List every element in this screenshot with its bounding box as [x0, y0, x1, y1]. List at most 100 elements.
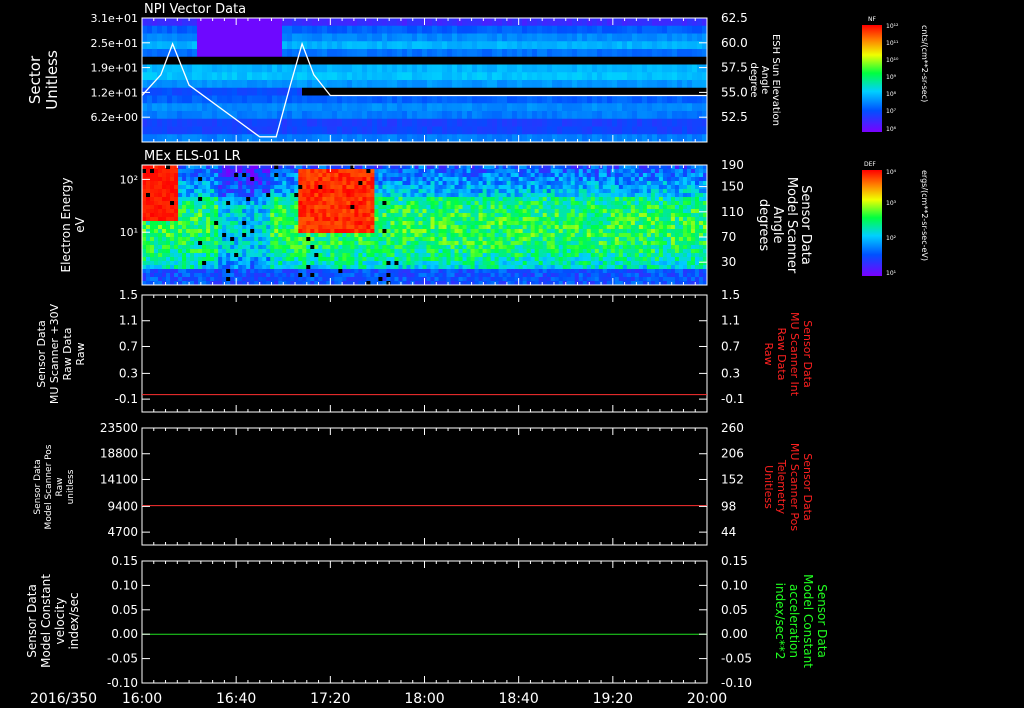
- colorbar-nf-tick-3: 10⁹: [886, 74, 897, 81]
- panel-3-rlabel-line4: Raw: [762, 342, 775, 365]
- y-right-tick-label: 62.5: [721, 11, 748, 25]
- panel-2-rlabel-line4: degrees: [756, 199, 771, 252]
- panel-4-rlabel-line4: Unitless: [762, 465, 775, 509]
- panel-5-ylabel-line1: Sensor Data: [25, 584, 39, 658]
- colorbar-def-tick-1: 10³: [886, 200, 897, 207]
- y-tick-label: 23500: [100, 421, 138, 435]
- y-right-tick-label: 0.3: [721, 366, 740, 380]
- y-tick-label: 0.3: [119, 366, 138, 380]
- y-right-tick-label: 1.1: [721, 314, 740, 328]
- panel-1-ylabel-line1: Sector: [26, 55, 44, 104]
- y-right-tick-label: 30: [721, 255, 736, 269]
- colorbar-def-tag: DEF: [864, 161, 876, 168]
- y-right-tick-label: 206: [721, 447, 744, 461]
- date-label: 2016/350: [30, 691, 97, 707]
- panel-3-ylabel-line1: Sensor Data: [35, 320, 48, 387]
- colorbar-nf-gradient: [862, 25, 882, 132]
- els-heatmap: [142, 165, 708, 286]
- panel-npi-vector-data: NPI Vector Data 3.1e+01 2.5e+01 1.9e+01 1.2…: [26, 2, 781, 143]
- y-tick-label: -0.05: [107, 652, 138, 666]
- time-tick-label: 19:20: [593, 691, 633, 707]
- y-tick-label: 18800: [100, 447, 138, 461]
- y-tick-label: 1.1: [119, 314, 138, 328]
- y-tick-label: 0.7: [119, 339, 138, 353]
- y-tick-label: 0.15: [111, 554, 138, 568]
- time-tick-label: 20:00: [687, 691, 727, 707]
- y-tick-label: 2.5e+01: [91, 37, 138, 50]
- y-right-tick-label: 55.0: [721, 85, 748, 99]
- panel-4-ylabel-line2: Model Scanner Pos: [44, 444, 54, 529]
- colorbar-nf-tick-4: 10⁸: [886, 91, 897, 98]
- y-tick-label: 1.2e+01: [91, 86, 138, 99]
- y-right-tick-label: 152: [721, 472, 744, 486]
- panel-4-ylabel-line4: unitless: [66, 469, 76, 504]
- y-tick-label: 0.00: [111, 627, 138, 641]
- panel-5-rlabel-line3: acceleration: [787, 584, 801, 658]
- y-right-tick-label: 98: [721, 499, 736, 513]
- colorbar-nf: NF 10¹² 10¹¹ 10¹⁰ 10⁹ 10⁸ 10⁷ 10⁶ cnts/(…: [862, 16, 929, 133]
- time-tick-label: 16:40: [216, 691, 256, 707]
- y-tick-label: 14100: [100, 472, 138, 486]
- y-right-tick-label: 0.05: [721, 603, 748, 617]
- y-tick-label: -0.1: [115, 392, 138, 406]
- panel-2-ylabel-line1: Electron Energy: [59, 177, 73, 272]
- colorbar-def-bottom: 10¹: [886, 270, 897, 277]
- y-tick-label: 0.05: [111, 603, 138, 617]
- y-right-tick-label: 1.5: [721, 288, 740, 302]
- y-right-tick-label: 70: [721, 230, 736, 244]
- y-tick-label: 9400: [107, 499, 138, 513]
- panel-1-rlabel-line1: ESH Sun Elevation: [770, 34, 781, 126]
- panel-1-rlabel-line3: degree: [748, 62, 759, 97]
- panel-4-rlabel-line2: MU Scanner Pos: [788, 443, 801, 532]
- panel-model-constant: 0.15 0.10 0.05 0.00 -0.05 -0.10 0.15 0.10 0.05 0.…: [25, 554, 829, 690]
- npi-heatmap: [142, 18, 708, 143]
- y-right-tick-label: -0.1: [721, 392, 744, 406]
- panel-mu-scanner-30v: 1.5 1.1 0.7 0.3 -0.1 1.5 1.1 0.7 0.3 -0.1 Sensor …: [35, 288, 814, 413]
- y-tick-label: 6.2e+00: [91, 111, 138, 124]
- colorbar-def-unit: ergs/(cm**2-sr-sec-eV): [920, 170, 929, 261]
- y-right-tick-label: 60.0: [721, 36, 748, 50]
- panel-1-ylabel-line2: Unitless: [43, 50, 61, 110]
- y-tick-label: 10¹: [120, 226, 138, 239]
- colorbar-def: DEF 10⁴ 10³ 10² 10¹ ergs/(cm**2-sr-sec-e…: [862, 161, 929, 277]
- y-tick-label: 4700: [107, 525, 138, 539]
- colorbar-nf-tag: NF: [868, 16, 876, 23]
- panel-4-rlabel-line3: Telemetry: [775, 459, 788, 515]
- y-right-tick-label: 57.5: [721, 61, 748, 75]
- panel-3-rlabel-line3: Raw Data: [775, 328, 788, 381]
- panel-5-ylabel-line2: Model Constant: [39, 574, 53, 668]
- y-right-tick-label: 44: [721, 525, 736, 539]
- plot-canvas: NPI Vector Data 3.1e+01 2.5e+01 1.9e+01 1.2…: [25, 2, 929, 707]
- y-tick-label: 1.9e+01: [91, 62, 138, 75]
- panel-5-rlabel-line1: Sensor Data: [815, 584, 829, 658]
- panel-2-title: MEx ELS-01 LR: [144, 149, 241, 164]
- y-tick-label: -0.10: [107, 676, 138, 690]
- panel-2-rlabel-line1: Sensor Data: [798, 185, 813, 265]
- colorbar-nf-unit: cnts/(cm**2-sr-sec): [920, 25, 929, 102]
- panel-5-ylabel-line4: index/sec: [67, 592, 81, 649]
- time-tick-label: 18:00: [404, 691, 444, 707]
- panel-mex-els: MEx ELS-01 LR 10² 10¹ 190 150 110 70 30 Electr…: [59, 149, 813, 286]
- time-axis: 2016/350 16:00 16:40 17:20 18:00 18:40 19:20 2…: [30, 691, 727, 707]
- y-right-tick-label: -0.10: [721, 676, 752, 690]
- panel-1-title: NPI Vector Data: [144, 2, 246, 17]
- colorbar-nf-tick-5: 10⁷: [886, 108, 897, 115]
- y-right-tick-label: 52.5: [721, 110, 748, 124]
- y-right-tick-label: 0.7: [721, 339, 740, 353]
- y-right-tick-label: 190: [721, 158, 744, 172]
- panel-3-ylabel-line2: MU Scanner +30V: [48, 303, 61, 404]
- panel-3-ylabel-line4: Raw: [74, 342, 87, 365]
- panel-2-rlabel-line2: Model Scanner: [784, 177, 799, 274]
- y-right-tick-label: 0.00: [721, 627, 748, 641]
- colorbar-nf-top: 10¹²: [886, 23, 899, 30]
- panel-3-ylabel-line3: Raw Data: [61, 328, 74, 381]
- panel-4-frame: [141, 427, 708, 546]
- time-tick-label: 16:00: [122, 691, 162, 707]
- colorbar-def-top: 10⁴: [886, 169, 897, 176]
- colorbar-def-gradient: [862, 170, 882, 276]
- y-right-tick-label: 0.15: [721, 554, 748, 568]
- panel-1-rlabel-line2: Angle: [759, 66, 770, 94]
- colorbar-nf-tick-2: 10¹⁰: [886, 57, 899, 64]
- y-tick-label: 0.10: [111, 578, 138, 592]
- panel-2-rlabel-line3: Angle: [770, 207, 785, 244]
